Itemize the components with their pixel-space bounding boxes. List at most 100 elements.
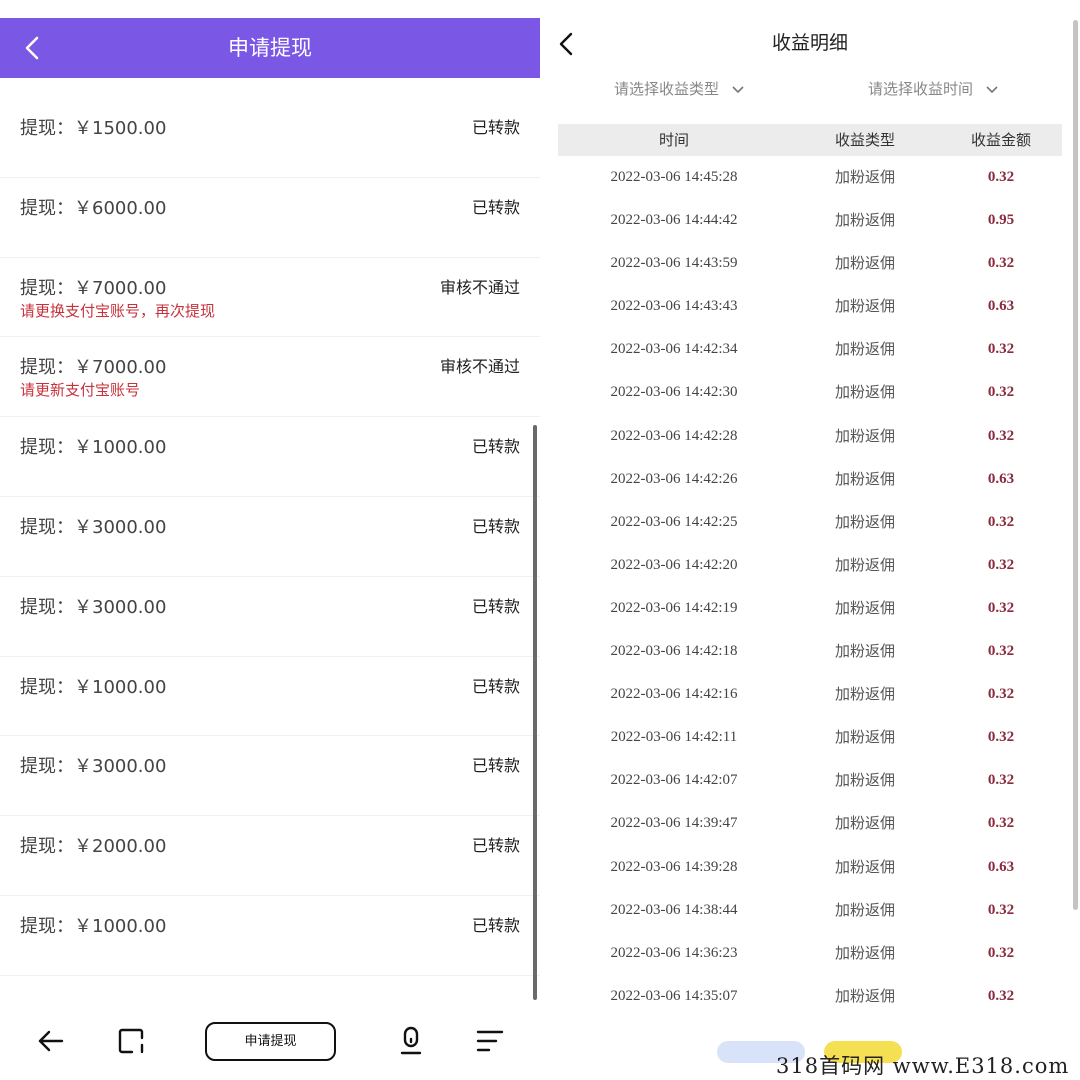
withdraw-amount: 提现：￥1500.00 [20,118,167,139]
cell-time: 2022-03-06 14:42:19 [610,599,738,616]
status-badge: 审核不通过 [439,357,520,377]
column-header-time: 时间 [658,131,689,149]
withdraw-amount: 提现：￥1000.00 [20,437,167,459]
cell-time: 2022-03-06 14:42:16 [610,686,738,703]
cell-type: 加粉返佣 [834,857,895,876]
scrollbar[interactable] [1073,20,1078,910]
table-header: 时间 收益类型 收益金额 [558,124,1062,156]
cell-time: 2022-03-06 14:39:47 [610,815,738,832]
list-item[interactable]: 提现：￥1000.00 已转款 [0,896,540,976]
cell-type: 加粉返佣 [834,426,895,445]
list-item[interactable]: 提现：￥1000.00 已转款 [0,657,540,737]
withdraw-amount: 提现：￥7000.00 [20,357,167,379]
cell-time: 2022-03-06 14:42:30 [610,384,738,401]
earnings-screen: 收益明细 请选择收益类型 请选择收益时间 时间 收益类型 收益金额 2022-0… [540,0,1080,1080]
cell-type: 加粉返佣 [834,469,895,488]
list-item[interactable]: 提现：￥3000.00 已转款 [0,736,540,817]
chevron-down-icon [986,85,998,93]
withdraw-screen: 申请提现 提现：￥1500.00 已转款 提现：￥6000.00 已转款 提现：￥700… [0,0,540,1080]
status-badge: 已转款 [471,756,520,776]
arrow-left-icon[interactable] [36,1026,66,1056]
cell-time: 2022-03-06 14:42:11 [610,729,738,746]
table-row: 2022-03-06 14:42:11 加粉返佣 0.32 [540,716,1080,759]
withdraw-list: 提现：￥1500.00 已转款 提现：￥6000.00 已转款 提现：￥7000.00 审… [0,98,540,976]
cell-time: 2022-03-06 14:42:25 [610,513,738,530]
cell-type: 加粉返佣 [834,297,895,316]
header-bar: 申请提现 [0,18,540,78]
status-badge: 已转款 [471,596,520,616]
cell-time: 2022-03-06 14:45:28 [610,169,738,185]
page-title: 申请提现 [228,36,312,60]
table-row: 2022-03-06 14:42:16 加粉返佣 0.32 [540,673,1080,716]
cell-type: 加粉返佣 [834,598,895,617]
status-badge: 已转款 [471,197,520,217]
table-row: 2022-03-06 14:42:07 加粉返佣 0.32 [540,759,1080,802]
bottom-navigation: 申请提现 [0,1000,540,1080]
table-row: 2022-03-06 14:42:34 加粉返佣 0.32 [540,328,1080,371]
status-badge: 已转款 [471,516,520,536]
cell-time: 2022-03-06 14:39:28 [610,858,738,875]
earnings-time-dropdown[interactable]: 请选择收益时间 [868,78,999,99]
menu-lines-icon[interactable] [475,1026,505,1056]
cell-amount: 0.63 [987,470,1015,487]
table-row: 2022-03-06 14:43:43 加粉返佣 0.63 [540,285,1080,328]
cell-amount: 0.32 [987,987,1015,1004]
list-item[interactable]: 提现：￥7000.00 审核不通过请更新支付宝账号 [0,337,540,418]
withdraw-amount: 提现：￥1000.00 [20,915,167,937]
cell-type: 加粉返佣 [834,642,895,661]
cell-type: 加粉返佣 [834,685,895,704]
cell-type: 加粉返佣 [834,168,895,186]
earnings-type-dropdown[interactable]: 请选择收益类型 [614,78,745,99]
table-row: 2022-03-06 14:42:20 加粉返佣 0.32 [540,544,1080,587]
cell-amount: 0.32 [987,427,1015,444]
cell-amount: 0.32 [987,255,1015,272]
cell-amount: 0.32 [987,169,1015,185]
list-item[interactable]: 提现：￥3000.00 已转款 [0,497,540,577]
cell-time: 2022-03-06 14:42:18 [610,643,738,660]
dropdown-label: 请选择收益时间 [868,80,974,98]
dropdown-label: 请选择收益类型 [614,80,720,98]
withdraw-amount: 提现：￥7000.00 [20,277,167,299]
withdraw-amount: 提现：￥3000.00 [20,596,167,618]
cell-type: 加粉返佣 [834,340,895,359]
cell-amount: 0.63 [987,298,1015,315]
reject-note: 请更新支付宝账号 [20,381,141,400]
list-item[interactable]: 提现：￥1000.00 已转款 [0,417,540,497]
status-badge: 已转款 [471,836,520,856]
square-corner-icon[interactable] [116,1026,146,1056]
column-header-type: 收益类型 [834,131,895,149]
list-item[interactable]: 提现：￥3000.00 已转款 [0,577,540,657]
chevron-down-icon [732,85,744,93]
status-badge: 已转款 [471,118,520,137]
status-badge: 已转款 [471,676,520,696]
table-row: 2022-03-06 14:43:59 加粉返佣 0.32 [540,242,1080,285]
list-item[interactable]: 提现：￥1500.00 已转款 [0,98,540,178]
cell-amount: 0.63 [987,858,1015,875]
withdraw-amount: 提现：￥2000.00 [20,836,167,858]
table-row: 2022-03-06 14:42:26 加粉返佣 0.63 [540,458,1080,501]
cell-type: 加粉返佣 [834,728,895,747]
column-header-amount: 收益金额 [970,131,1031,149]
status-badge: 审核不通过 [439,277,520,297]
scrollbar[interactable] [533,425,537,1000]
list-item[interactable]: 提现：￥2000.00 已转款 [0,816,540,896]
table-row: 2022-03-06 14:42:28 加粉返佣 0.32 [540,415,1080,458]
table-row: 2022-03-06 14:38:44 加粉返佣 0.32 [540,889,1080,932]
cell-type: 加粉返佣 [834,383,895,402]
cell-time: 2022-03-06 14:42:20 [610,556,738,573]
table-row: 2022-03-06 14:42:18 加粉返佣 0.32 [540,630,1080,673]
table-row: 2022-03-06 14:39:28 加粉返佣 0.63 [540,846,1080,889]
list-item[interactable]: 提现：￥7000.00 审核不通过请更换支付宝账号，再次提现 [0,258,540,338]
list-item[interactable]: 提现：￥6000.00 已转款 [0,178,540,258]
table-row: 2022-03-06 14:44:42 加粉返佣 0.95 [540,199,1080,242]
table-row: 2022-03-06 14:35:07 加粉返佣 0.32 [540,975,1080,1018]
microphone-icon[interactable] [396,1026,426,1056]
watermark: 318首码网 www.E318.com [776,1054,1070,1078]
cell-time: 2022-03-06 14:42:26 [610,470,738,487]
withdraw-amount: 提现：￥1000.00 [20,676,167,698]
cell-amount: 0.32 [987,341,1015,358]
apply-withdraw-button[interactable]: 申请提现 [205,1022,336,1061]
cell-amount: 0.32 [987,556,1015,573]
reject-note: 请更换支付宝账号，再次提现 [20,301,216,320]
cell-type: 加粉返佣 [834,555,895,574]
